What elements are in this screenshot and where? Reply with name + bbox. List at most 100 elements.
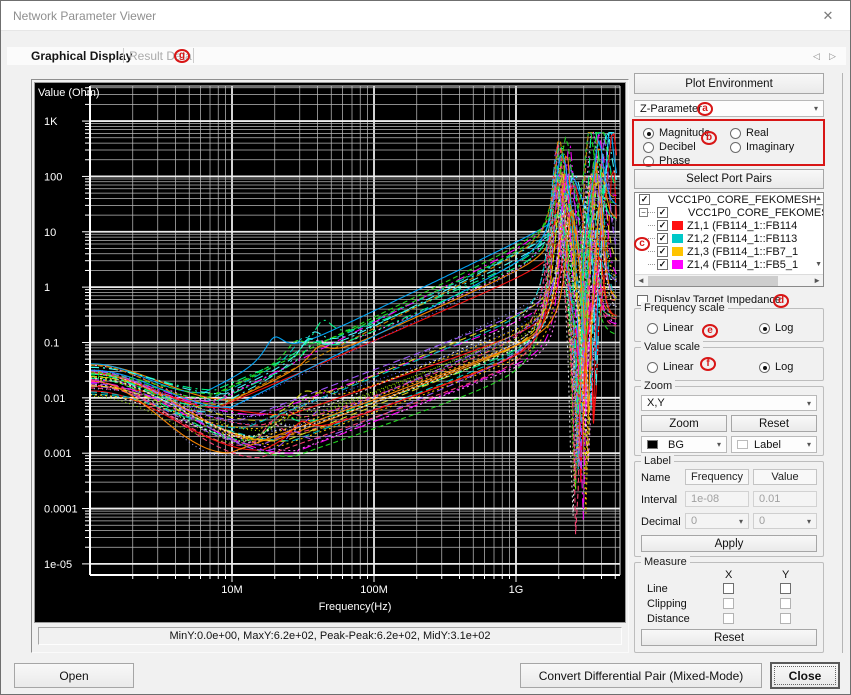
label-color-select[interactable]: Label ▾ xyxy=(731,436,817,453)
tree-row-z11[interactable]: ✓ Z1,1 (FB114_1::FB114 xyxy=(635,219,823,232)
port-pair-tree[interactable]: ✓ VCC1P0_CORE_FEKOMESH_1 − ✓ VCC1P0_CORE… xyxy=(634,192,824,287)
measure-col-x: X xyxy=(725,569,732,581)
zoom-group-title: Zoom xyxy=(641,380,675,392)
checkbox-checked-icon[interactable]: ✓ xyxy=(657,233,668,244)
series-color-swatch xyxy=(672,234,683,243)
svg-text:0.1: 0.1 xyxy=(44,337,59,349)
radio-decibel[interactable]: Decibel xyxy=(643,141,696,153)
svg-text:0.001: 0.001 xyxy=(44,448,72,460)
label-apply-button[interactable]: Apply xyxy=(641,535,817,552)
annotation-b: b xyxy=(701,131,717,145)
zoom-button[interactable]: Zoom xyxy=(641,415,727,432)
radio-real-circle xyxy=(730,128,741,139)
svg-text:1: 1 xyxy=(44,282,50,294)
title-bar: Network Parameter Viewer ✕ xyxy=(1,1,850,31)
scroll-right-icon[interactable]: ► xyxy=(813,276,821,286)
scroll-left-icon[interactable]: ◄ xyxy=(637,276,645,286)
tree-row-z14[interactable]: ✓ Z1,4 (FB114_1::FB5_1 xyxy=(635,258,823,271)
measure-col-y: Y xyxy=(782,569,789,581)
tree-row-z13[interactable]: ✓ Z1,3 (FB114_1::FB7_1 xyxy=(635,245,823,258)
measure-clipping-y-checkbox[interactable] xyxy=(780,598,791,609)
plot-canvas[interactable]: Value (Ohm)1K1001010.10.010.0010.00011e-… xyxy=(34,82,626,623)
label-interval-x-field[interactable]: 1e-08 xyxy=(685,491,749,507)
frequency-linear-label: Linear xyxy=(663,322,694,334)
value-linear-radio[interactable]: Linear xyxy=(647,361,694,373)
frequency-log-radio[interactable]: Log xyxy=(759,322,793,334)
measure-line-label: Line xyxy=(647,583,668,595)
radio-phase-circle xyxy=(643,156,654,167)
frequency-linear-radio[interactable]: Linear xyxy=(647,322,694,334)
close-icon[interactable]: ✕ xyxy=(816,6,840,26)
measure-reset-button[interactable]: Reset xyxy=(641,629,817,646)
svg-text:Frequency(Hz): Frequency(Hz) xyxy=(319,601,392,613)
convert-differential-pair-button[interactable]: Convert Differential Pair (Mixed-Mode) xyxy=(520,663,762,688)
tree-row-root[interactable]: ✓ VCC1P0_CORE_FEKOMESH_1 xyxy=(635,193,823,206)
value-log-radio[interactable]: Log xyxy=(759,361,793,373)
tab-scroll-right-icon[interactable]: ▷ xyxy=(829,51,836,61)
label-decimal-x-select[interactable]: 0 ▾ xyxy=(685,513,749,529)
radio-decibel-circle xyxy=(643,142,654,153)
close-button[interactable]: Close xyxy=(770,662,840,689)
tab-separator xyxy=(123,48,124,63)
select-port-pairs-button[interactable]: Select Port Pairs xyxy=(634,169,824,189)
measure-line-x-checkbox[interactable] xyxy=(723,583,734,594)
svg-text:0.0001: 0.0001 xyxy=(44,504,78,516)
measure-distance-y-checkbox[interactable] xyxy=(780,613,791,624)
tree-z14-label: Z1,4 (FB114_1::FB5_1 xyxy=(687,259,798,271)
tree-row-group[interactable]: − ✓ VCC1P0_CORE_FEKOMESH xyxy=(635,206,823,219)
scrollbar-thumb[interactable] xyxy=(648,276,778,286)
plot-status-bar: MinY:0.0e+00, MaxY:6.2e+02, Peak-Peak:6.… xyxy=(38,627,622,645)
radio-imaginary[interactable]: Imaginary xyxy=(730,141,794,153)
collapse-icon[interactable]: − xyxy=(639,208,648,217)
checkbox-checked-icon[interactable]: ✓ xyxy=(657,220,668,231)
value-log-label: Log xyxy=(775,361,793,373)
parameter-select[interactable]: Z-Parameter ▾ xyxy=(634,100,824,117)
measure-distance-x-checkbox[interactable] xyxy=(723,613,734,624)
label-interval-caption: Interval xyxy=(641,494,677,506)
bg-color-select[interactable]: BG ▾ xyxy=(641,436,727,453)
decimal-x-value: 0 xyxy=(691,515,697,527)
label-name-y-field[interactable]: Value xyxy=(753,469,817,485)
chevron-down-icon: ▾ xyxy=(739,517,743,526)
radio-circle xyxy=(647,362,658,373)
checkbox-checked-icon[interactable]: ✓ xyxy=(639,194,650,205)
label-name-x-field[interactable]: Frequency xyxy=(685,469,749,485)
tree-horizontal-scrollbar[interactable]: ◄ ► xyxy=(635,274,823,286)
annotation-c: c xyxy=(634,237,650,251)
open-button[interactable]: Open xyxy=(14,663,134,688)
zoom-axis-select[interactable]: X,Y ▾ xyxy=(641,395,817,411)
annotation-f: f xyxy=(700,357,716,371)
radio-real[interactable]: Real xyxy=(730,127,769,139)
zoom-reset-button[interactable]: Reset xyxy=(731,415,817,432)
svg-text:1K: 1K xyxy=(44,116,58,128)
label-interval-y-field[interactable]: 0.01 xyxy=(753,491,817,507)
tab-graphical-display[interactable]: Graphical Display xyxy=(31,49,132,63)
tab-separator-2 xyxy=(193,48,194,63)
bg-color-label: BG xyxy=(668,439,684,451)
radio-imaginary-label: Imaginary xyxy=(746,141,794,153)
plot-container: Value (Ohm)1K1001010.10.010.0010.00011e-… xyxy=(31,79,629,653)
tree-row-z12[interactable]: ✓ Z1,2 (FB114_1::FB113 xyxy=(635,232,823,245)
measure-clipping-x-checkbox[interactable] xyxy=(723,598,734,609)
tree-scroll-down-icon[interactable]: ▼ xyxy=(815,261,822,269)
plot-environment-button[interactable]: Plot Environment xyxy=(634,73,824,94)
decimal-y-value: 0 xyxy=(759,515,765,527)
measure-distance-label: Distance xyxy=(647,613,690,625)
checkbox-checked-icon[interactable]: ✓ xyxy=(657,259,668,270)
label-decimal-y-select[interactable]: 0 ▾ xyxy=(753,513,817,529)
radio-imaginary-circle xyxy=(730,142,741,153)
annotation-g: g xyxy=(174,49,190,63)
measure-line-y-checkbox[interactable] xyxy=(780,583,791,594)
tree-scroll-up-icon[interactable]: ▲ xyxy=(815,195,822,203)
svg-text:10M: 10M xyxy=(221,584,242,596)
panel-divider xyxy=(842,73,843,653)
svg-text:10: 10 xyxy=(44,227,56,239)
tree-z12-label: Z1,2 (FB114_1::FB113 xyxy=(687,233,797,245)
checkbox-checked-icon[interactable]: ✓ xyxy=(657,246,668,257)
label-color-label: Label xyxy=(754,439,781,451)
label-group-title: Label xyxy=(641,455,674,467)
checkbox-checked-icon[interactable]: ✓ xyxy=(657,207,668,218)
tab-scroll-left-icon[interactable]: ◁ xyxy=(813,51,820,61)
tree-z11-label: Z1,1 (FB114_1::FB114 xyxy=(687,220,797,232)
radio-phase[interactable]: Phase xyxy=(643,155,690,167)
